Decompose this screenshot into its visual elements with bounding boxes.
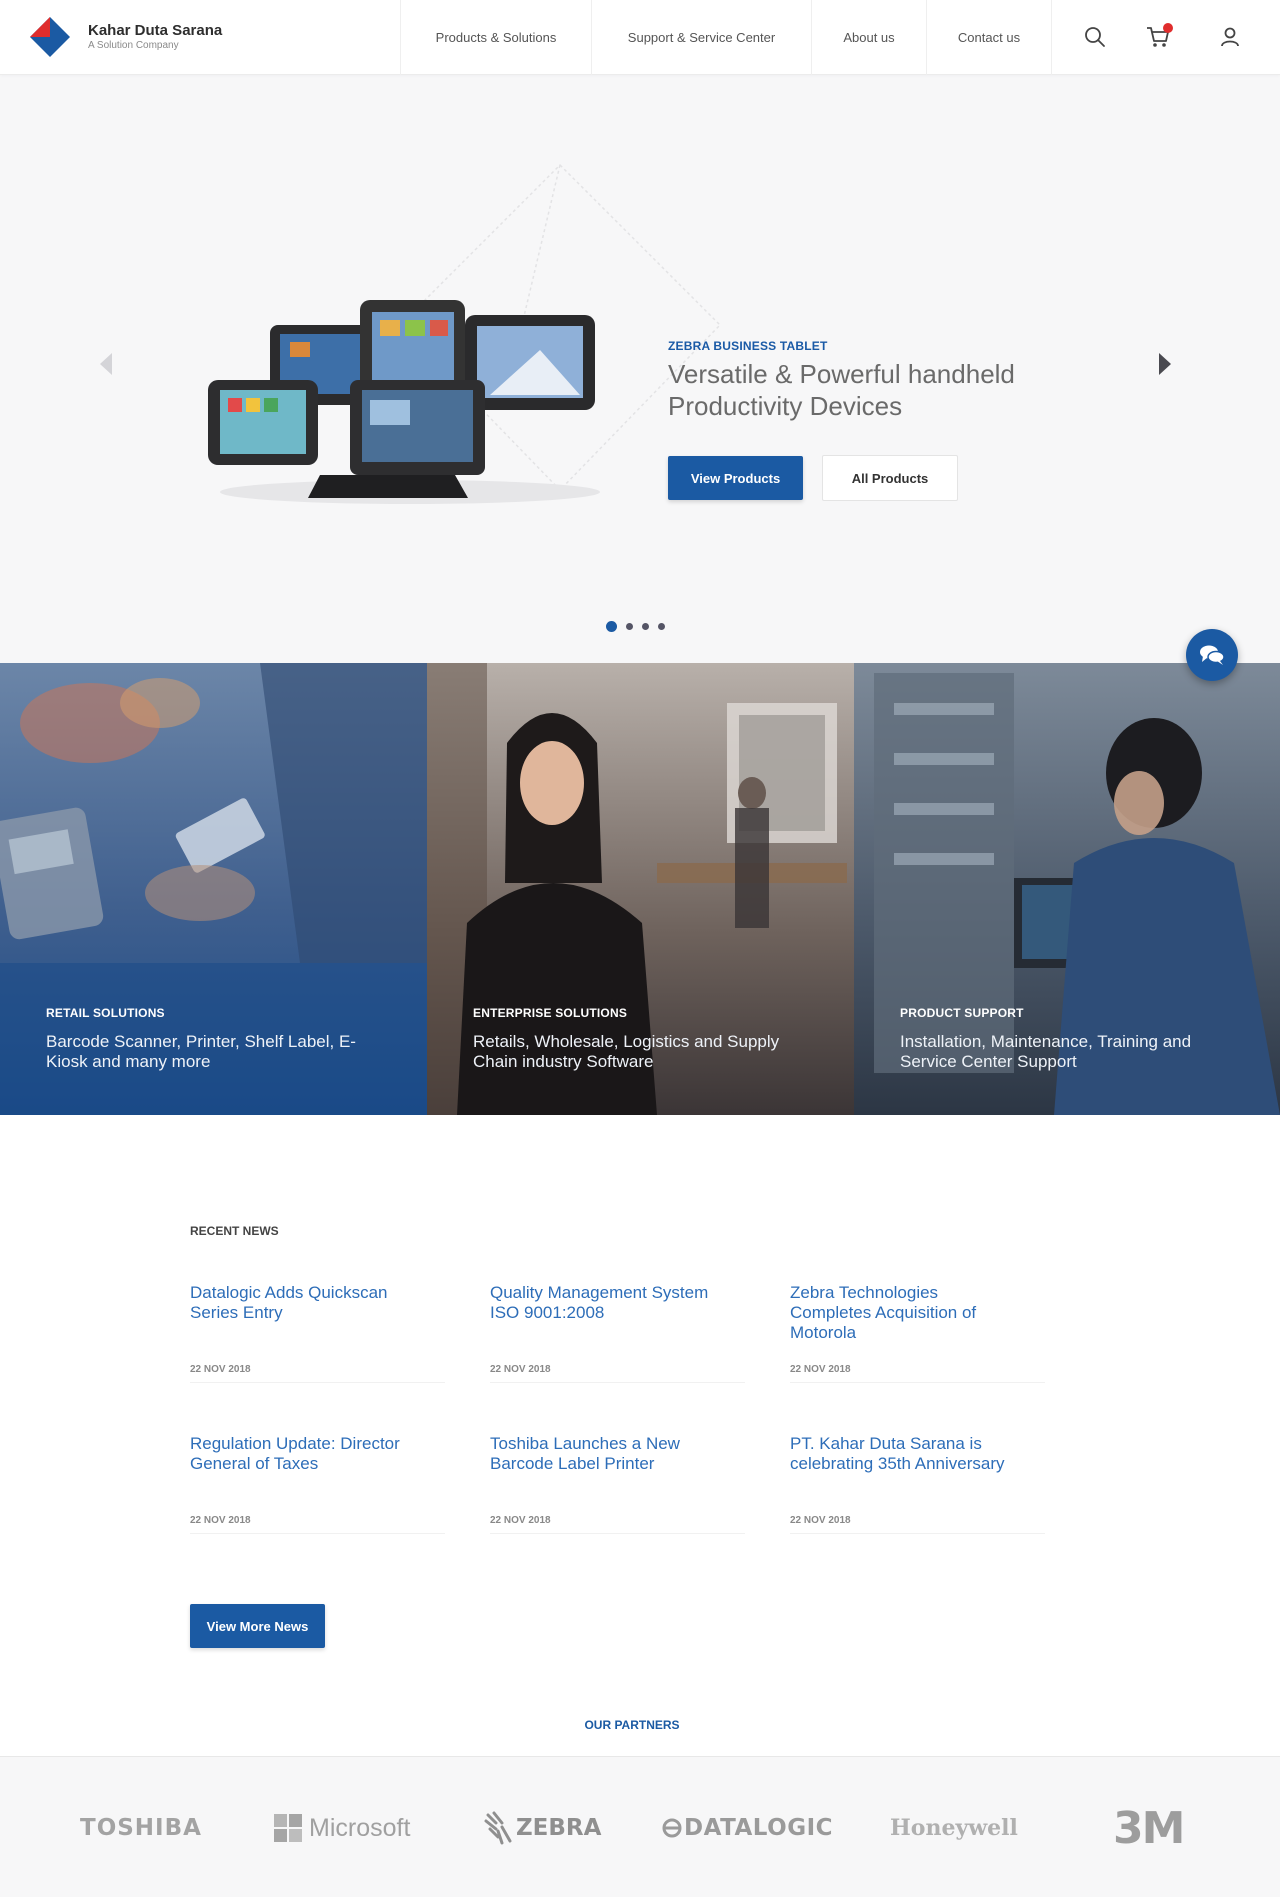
enterprise-solutions-description: Retails, Wholesale, Logistics and Supply… xyxy=(473,1032,780,1071)
zebra-head-icon xyxy=(484,1811,512,1845)
news-date: 22 NOV 2018 xyxy=(490,1364,551,1375)
toshiba-logo[interactable]: TOSHIBA xyxy=(80,1811,202,1845)
hero-slider: ZEBRA BUSINESS TABLET Versatile & Powerf… xyxy=(0,75,1280,663)
hero-title: Versatile & Powerful handheld Productivi… xyxy=(668,359,1015,421)
enterprise-solutions-title: ENTERPRISE SOLUTIONS xyxy=(473,1006,628,1020)
brand-logo-link[interactable]: Kahar Duta Sarana A Solution Company xyxy=(30,16,222,58)
tablet-devices-image xyxy=(208,300,600,504)
news-title[interactable]: Zebra Technologies Completes Acquisition… xyxy=(790,1283,1020,1343)
chat-bubbles-icon xyxy=(1200,645,1225,665)
product-support-card[interactable]: PRODUCT SUPPORT Installation, Maintenanc… xyxy=(854,663,1280,1115)
datalogic-mark-icon xyxy=(662,1818,682,1838)
live-chat-button[interactable] xyxy=(1186,629,1238,681)
microsoft-logo[interactable]: Microsoft xyxy=(274,1811,410,1845)
retail-solutions-title: RETAIL SOLUTIONS xyxy=(46,1006,165,1020)
slider-pagination xyxy=(606,621,665,632)
slider-prev-arrow-icon[interactable] xyxy=(100,353,114,380)
partners-logo-bar: TOSHIBA Microsoft ZEBRA DATALOGIC Honeyw… xyxy=(0,1756,1280,1897)
brand-diamond-icon xyxy=(30,17,70,57)
brand-tagline: A Solution Company xyxy=(88,40,179,51)
hero-eyebrow: ZEBRA BUSINESS TABLET xyxy=(668,339,828,353)
3m-logo[interactable]: 3M xyxy=(1113,1803,1185,1854)
news-date: 22 NOV 2018 xyxy=(790,1515,851,1526)
news-title[interactable]: Toshiba Launches a New Barcode Label Pri… xyxy=(490,1434,720,1474)
nav-products-solutions[interactable]: Products & Solutions xyxy=(400,0,591,75)
product-support-title: PRODUCT SUPPORT xyxy=(900,1006,1024,1020)
news-date: 22 NOV 2018 xyxy=(190,1364,251,1375)
retail-solutions-description: Barcode Scanner, Printer, Shelf Label, E… xyxy=(46,1032,356,1071)
news-item[interactable]: PT. Kahar Duta Sarana is celebrating 35t… xyxy=(790,1434,1045,1534)
news-title[interactable]: Quality Management System ISO 9001:2008 xyxy=(490,1283,720,1323)
honeywell-logo[interactable]: Honeywell xyxy=(890,1811,1018,1845)
user-icon[interactable] xyxy=(1217,24,1243,50)
slider-dot-4[interactable] xyxy=(658,623,665,630)
solutions-section: RETAIL SOLUTIONS Barcode Scanner, Printe… xyxy=(0,663,1280,1115)
enterprise-solutions-card[interactable]: ENTERPRISE SOLUTIONS Retails, Wholesale,… xyxy=(427,663,854,1115)
recent-news-heading: RECENT NEWS xyxy=(190,1224,279,1238)
site-header: Kahar Duta Sarana A Solution Company Pro… xyxy=(0,0,1280,75)
brand-name: Kahar Duta Sarana xyxy=(88,22,223,39)
microsoft-windows-icon xyxy=(274,1814,302,1842)
nav-contact-us[interactable]: Contact us xyxy=(926,0,1052,75)
main-nav: Products & Solutions Support & Service C… xyxy=(400,0,1052,75)
datalogic-logo[interactable]: DATALOGIC xyxy=(662,1811,833,1845)
nav-support-service-center[interactable]: Support & Service Center xyxy=(591,0,811,75)
retail-solutions-card[interactable]: RETAIL SOLUTIONS Barcode Scanner, Printe… xyxy=(0,663,427,1115)
microsoft-logo-text: Microsoft xyxy=(309,1813,411,1842)
news-title[interactable]: Datalogic Adds Quickscan Series Entry xyxy=(190,1283,420,1323)
news-item[interactable]: Datalogic Adds Quickscan Series Entry 22… xyxy=(190,1283,445,1383)
all-products-button[interactable]: All Products xyxy=(822,455,958,501)
zebra-logo-text: ZEBRA xyxy=(516,1815,602,1841)
cart-badge-dot xyxy=(1163,23,1173,33)
news-date: 22 NOV 2018 xyxy=(790,1364,851,1375)
news-item[interactable]: Toshiba Launches a New Barcode Label Pri… xyxy=(490,1434,745,1534)
zebra-logo[interactable]: ZEBRA xyxy=(484,1811,601,1845)
slider-next-arrow-icon[interactable] xyxy=(1157,353,1171,380)
product-support-description: Installation, Maintenance, Training and … xyxy=(900,1032,1192,1071)
slider-dot-2[interactable] xyxy=(626,623,633,630)
nav-about-us[interactable]: About us xyxy=(811,0,926,75)
slider-dot-3[interactable] xyxy=(642,623,649,630)
cart-icon[interactable] xyxy=(1145,23,1173,50)
news-item[interactable]: Regulation Update: Director General of T… xyxy=(190,1434,445,1534)
news-item[interactable]: Quality Management System ISO 9001:2008 … xyxy=(490,1283,745,1383)
news-item[interactable]: Zebra Technologies Completes Acquisition… xyxy=(790,1283,1045,1383)
news-title[interactable]: Regulation Update: Director General of T… xyxy=(190,1434,420,1474)
news-date: 22 NOV 2018 xyxy=(190,1515,251,1526)
datalogic-logo-text: DATALOGIC xyxy=(684,1815,834,1841)
our-partners-heading: OUR PARTNERS xyxy=(584,1718,680,1732)
slider-dot-1[interactable] xyxy=(606,621,617,632)
news-date: 22 NOV 2018 xyxy=(490,1515,551,1526)
news-title[interactable]: PT. Kahar Duta Sarana is celebrating 35t… xyxy=(790,1434,1020,1474)
search-icon[interactable] xyxy=(1082,24,1108,50)
view-more-news-button[interactable]: View More News xyxy=(190,1604,325,1648)
view-products-button[interactable]: View Products xyxy=(668,456,803,500)
